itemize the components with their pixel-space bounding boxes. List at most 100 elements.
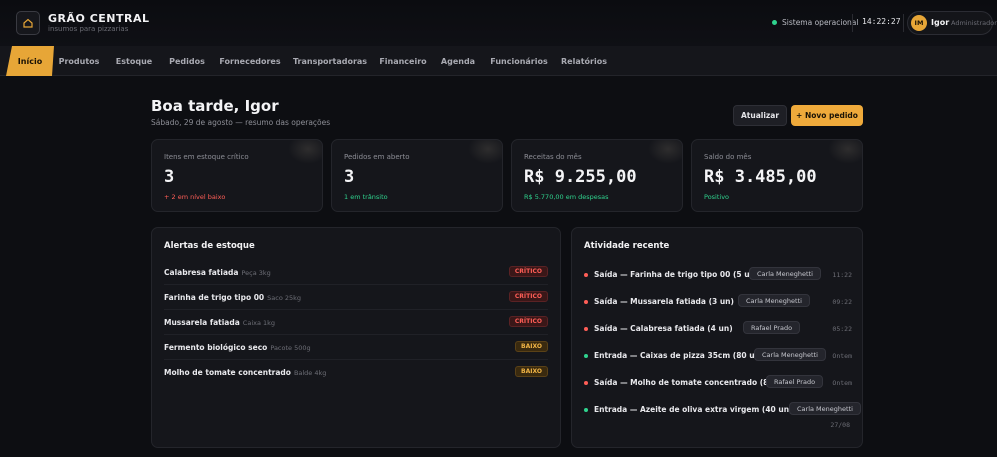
stock-alerts-panel: Alertas de estoque Calabresa fatiada Peça…	[151, 227, 561, 448]
alert-item-name: Fermento biológico seco Pacote 500g	[164, 343, 311, 352]
clock: 14:22:27	[862, 17, 901, 26]
activity-text: Saída — Mussarela fatiada (3 un)	[594, 297, 734, 306]
refresh-button[interactable]: Atualizar	[733, 105, 787, 126]
brand-tagline: insumos para pizzarias	[48, 25, 129, 33]
item-name: Mussarela fatiada	[164, 318, 240, 327]
status-badge: BAIXO	[515, 341, 548, 352]
user-name: Igor	[931, 18, 950, 27]
main-nav: Início Produtos Estoque Pedidos Forneced…	[0, 46, 997, 76]
status-badge: CRÍTICO	[508, 316, 548, 327]
status-badge: CRÍTICO	[508, 291, 548, 302]
divider	[852, 14, 853, 32]
kpi-card-critical-stock: Itens em estoque crítico 3 + 2 em nível …	[151, 139, 323, 212]
kpi-card-balance: Saldo do mês R$ 3.485,00 Positivo	[691, 139, 863, 212]
timestamp: 11:22	[832, 271, 852, 279]
kpi-note: + 2 em nível baixo	[164, 193, 226, 201]
timestamp: Ontem	[832, 352, 852, 360]
kpi-card-revenue: Receitas do mês R$ 9.255,00 R$ 5.770,00 …	[511, 139, 683, 212]
entry-dot-icon	[584, 408, 588, 412]
entry-dot-icon	[584, 354, 588, 358]
avatar: IM	[911, 15, 927, 31]
item-detail: Balde 4kg	[293, 369, 327, 377]
list-item[interactable]: Calabresa fatiada Peça 3kg CRÍTICO	[164, 260, 548, 285]
list-item[interactable]: Molho de tomate concentrado Balde 4kg BAI…	[164, 360, 548, 385]
kpi-value: R$ 3.485,00	[704, 167, 817, 187]
exit-dot-icon	[584, 327, 588, 331]
activity-item[interactable]: Saída — Calabresa fatiada (4 un) Rafael …	[584, 320, 852, 340]
item-detail: Peça 3kg	[241, 269, 271, 277]
activity-text: Entrada — Caixas de pizza 35cm (80 un)	[594, 351, 764, 360]
user-pill: Carla Meneghetti	[754, 348, 826, 361]
status-indicator-icon	[772, 20, 777, 25]
tab-estoque[interactable]: Estoque	[112, 46, 156, 76]
kpi-label: Saldo do mês	[704, 153, 752, 161]
activity-item[interactable]: Saída — Mussarela fatiada (3 un) Carla M…	[584, 293, 852, 313]
activity-item[interactable]: Saída — Farinha de trigo tipo 00 (5 un) …	[584, 266, 852, 286]
alert-item-name: Farinha de trigo tipo 00 Saco 25kg	[164, 293, 301, 302]
tab-transportadoras[interactable]: Transportadoras	[293, 46, 367, 76]
tab-financeiro[interactable]: Financeiro	[377, 46, 429, 76]
user-pill: Carla Meneghetti	[749, 267, 821, 280]
divider	[903, 14, 904, 32]
kpi-label: Itens em estoque crítico	[164, 153, 249, 161]
user-role: Administrador	[951, 19, 997, 27]
activity-item[interactable]: Entrada — Azeite de oliva extra virgem (…	[584, 401, 861, 421]
timestamp: 09:22	[832, 298, 852, 306]
timestamp: 05:22	[832, 325, 852, 333]
new-order-button[interactable]: + Novo pedido	[791, 105, 863, 126]
date-label: 27/08	[830, 421, 850, 429]
kpi-value: 3	[164, 167, 175, 187]
list-item[interactable]: Farinha de trigo tipo 00 Saco 25kg CRÍTIC…	[164, 285, 548, 310]
page-subtitle: Sábado, 29 de agosto — resumo das operaç…	[151, 118, 331, 127]
list-item[interactable]: Mussarela fatiada Caixa 1kg CRÍTICO	[164, 310, 548, 335]
kpi-value: 3	[344, 167, 355, 187]
tab-funcionarios[interactable]: Funcionários	[489, 46, 549, 76]
user-pill: Carla Meneghetti	[789, 402, 861, 415]
system-status: Sistema operacional	[782, 18, 859, 27]
activity-text: Saída — Farinha de trigo tipo 00 (5 un)	[594, 270, 759, 279]
timestamp: Ontem	[832, 379, 852, 387]
item-detail: Caixa 1kg	[242, 319, 276, 327]
kpi-label: Receitas do mês	[524, 153, 582, 161]
kpi-card-open-orders: Pedidos em aberto 3 1 em trânsito	[331, 139, 503, 212]
activity-item[interactable]: Entrada — Caixas de pizza 35cm (80 un) C…	[584, 347, 852, 367]
activity-text: Saída — Calabresa fatiada (4 un)	[594, 324, 733, 333]
tab-pedidos[interactable]: Pedidos	[166, 46, 208, 76]
panel-title: Alertas de estoque	[164, 241, 255, 251]
item-detail: Saco 25kg	[267, 294, 302, 302]
tab-produtos[interactable]: Produtos	[56, 46, 102, 76]
item-name: Calabresa fatiada	[164, 268, 239, 277]
activity-text: Saída — Molho de tomate concentrado (8 u…	[594, 378, 786, 387]
tab-agenda[interactable]: Agenda	[438, 46, 478, 76]
exit-dot-icon	[584, 300, 588, 304]
user-menu[interactable]: IM Igor Administrador	[907, 11, 997, 35]
user-pill: Rafael Prado	[743, 321, 801, 334]
panel-title: Atividade recente	[584, 241, 670, 251]
recent-activity-panel: Atividade recente Saída — Farinha de tri…	[571, 227, 863, 448]
alert-item-name: Molho de tomate concentrado Balde 4kg	[164, 368, 326, 377]
user-pill: Rafael Prado	[766, 375, 824, 388]
exit-dot-icon	[584, 273, 588, 277]
item-name: Molho de tomate concentrado	[164, 368, 291, 377]
kpi-note: 1 em trânsito	[344, 193, 388, 201]
tab-relatorios[interactable]: Relatórios	[559, 46, 609, 76]
kpi-note: Positivo	[704, 193, 730, 201]
home-logo-icon[interactable]	[16, 11, 40, 35]
brand-name: GRÃO CENTRAL	[48, 12, 150, 25]
list-item[interactable]: Fermento biológico seco Pacote 500g BAIXO	[164, 335, 548, 360]
tab-fornecedores[interactable]: Fornecedores	[218, 46, 282, 76]
activity-text: Entrada — Azeite de oliva extra virgem (…	[594, 405, 793, 414]
user-pill: Carla Meneghetti	[738, 294, 810, 307]
tab-inicio[interactable]: Início	[6, 46, 54, 76]
exit-dot-icon	[584, 381, 588, 385]
page-title: Boa tarde, Igor	[151, 97, 279, 115]
alert-item-name: Calabresa fatiada Peça 3kg	[164, 268, 271, 277]
kpi-note: R$ 5.770,00 em despesas	[524, 193, 609, 201]
item-detail: Pacote 500g	[270, 344, 311, 352]
item-name: Farinha de trigo tipo 00	[164, 293, 265, 302]
kpi-label: Pedidos em aberto	[344, 153, 410, 161]
kpi-value: R$ 9.255,00	[524, 167, 637, 187]
alert-item-name: Mussarela fatiada Caixa 1kg	[164, 318, 275, 327]
activity-item[interactable]: Saída — Molho de tomate concentrado (8 u…	[584, 374, 852, 394]
top-bar: GRÃO CENTRAL insumos para pizzarias Sist…	[0, 0, 997, 46]
